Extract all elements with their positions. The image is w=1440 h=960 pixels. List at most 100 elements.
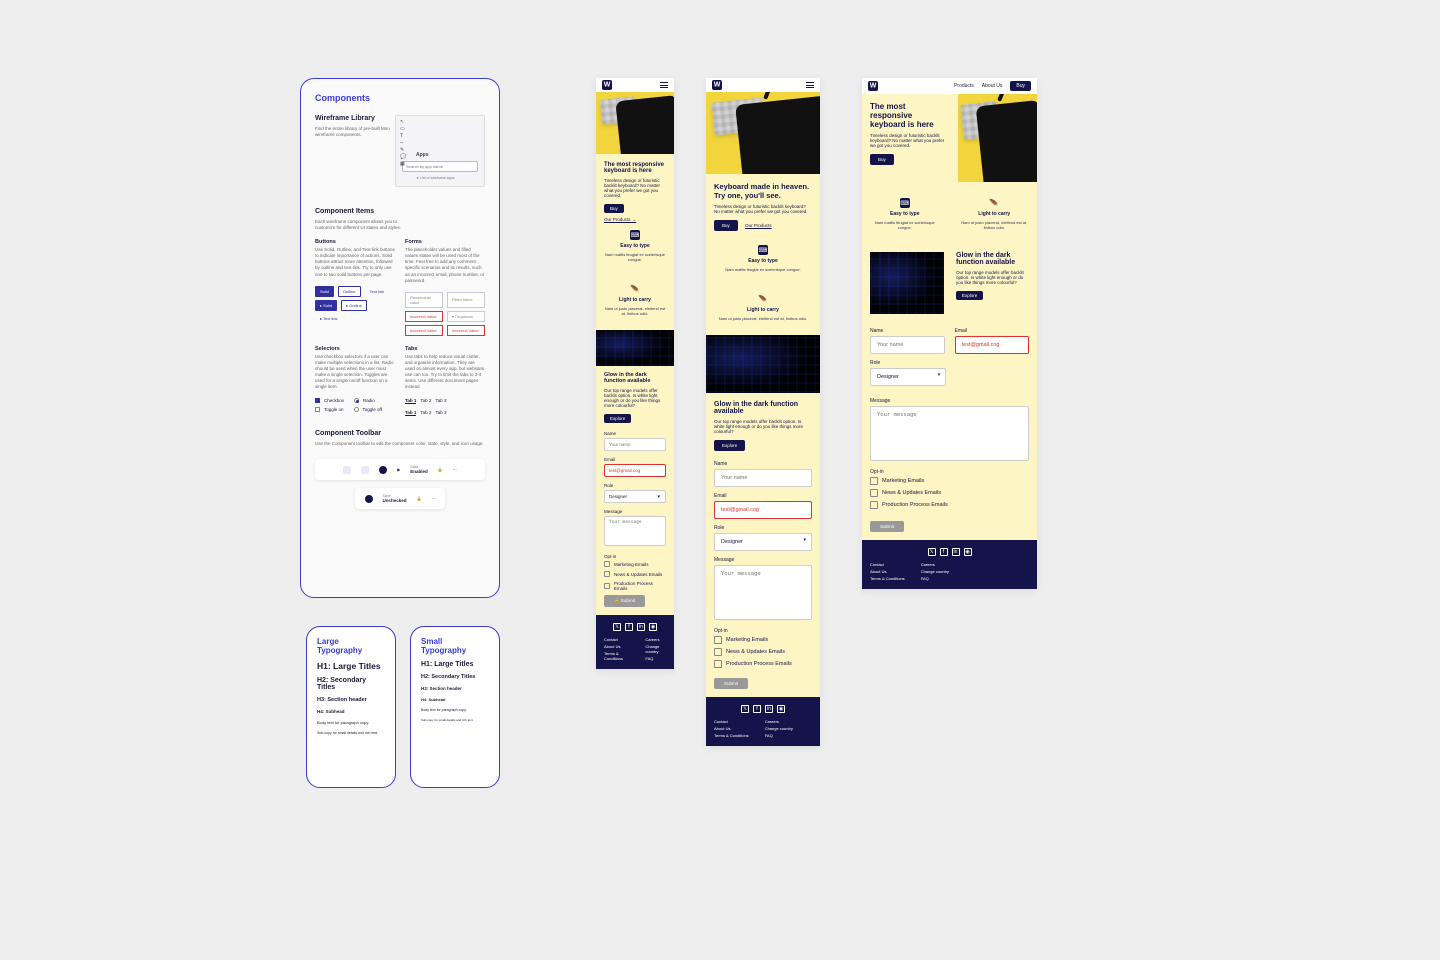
- opt-checkbox[interactable]: [604, 583, 610, 589]
- hamburger-icon[interactable]: [660, 82, 668, 88]
- opt-checkbox[interactable]: [714, 648, 722, 656]
- pen-icon[interactable]: ✎: [400, 148, 406, 153]
- toolbar-chip[interactable]: [361, 466, 369, 474]
- explore-button[interactable]: Explore: [956, 291, 983, 300]
- opt-checkbox[interactable]: [870, 477, 878, 485]
- more-icon[interactable]: ⋯: [432, 496, 436, 501]
- footer-terms[interactable]: Terms & Conditions: [714, 733, 749, 738]
- solid-icon-button[interactable]: ▸ Solid: [315, 300, 337, 311]
- toolbar-state[interactable]: StateEnabled: [410, 465, 428, 474]
- buy-button[interactable]: Buy: [604, 204, 624, 213]
- textlink-icon-button[interactable]: ▸ Text link: [315, 313, 343, 324]
- submit-button[interactable]: Submit: [870, 521, 904, 532]
- footer-country[interactable]: Change country: [765, 726, 793, 731]
- frame-icon[interactable]: ▦: [400, 162, 406, 167]
- logo-icon[interactable]: [712, 80, 722, 90]
- more-icon[interactable]: ⋯: [453, 467, 457, 472]
- nav-buy-button[interactable]: Buy: [1010, 81, 1031, 91]
- toolbar-color-dark[interactable]: [365, 495, 373, 503]
- solid-button[interactable]: Solid: [315, 286, 334, 297]
- form-dropdown-field[interactable]: ▾ Dropdown: [447, 311, 485, 322]
- instagram-icon[interactable]: ◉: [777, 705, 785, 713]
- message-textarea[interactable]: [604, 516, 666, 546]
- nav-about[interactable]: About Us: [982, 83, 1003, 89]
- checkbox-off-icon[interactable]: [315, 407, 320, 412]
- email-input-error[interactable]: [714, 501, 812, 519]
- role-select[interactable]: Designer: [870, 368, 946, 386]
- footer-terms[interactable]: Terms & Conditions: [870, 576, 905, 581]
- footer-contact[interactable]: Contact: [604, 637, 629, 642]
- opt-checkbox[interactable]: [604, 571, 610, 577]
- tab-1b[interactable]: Tab 1: [405, 410, 416, 416]
- hamburger-icon[interactable]: [806, 82, 814, 88]
- linkedin-icon[interactable]: in: [765, 705, 773, 713]
- lock-icon[interactable]: 🔓: [417, 496, 422, 501]
- role-select[interactable]: Designer: [604, 490, 666, 503]
- role-select[interactable]: Designer: [714, 533, 812, 551]
- facebook-icon[interactable]: f: [753, 705, 761, 713]
- footer-terms[interactable]: Terms & Conditions: [604, 651, 629, 661]
- comment-icon[interactable]: 💬: [400, 155, 406, 160]
- facebook-icon[interactable]: f: [940, 548, 948, 556]
- opt-checkbox[interactable]: [604, 561, 610, 567]
- checkbox-on-icon[interactable]: [315, 398, 320, 403]
- submit-button[interactable]: Submit: [714, 678, 748, 689]
- explore-button[interactable]: Explore: [714, 440, 745, 451]
- footer-about[interactable]: About Us: [604, 644, 629, 649]
- tab-3b[interactable]: Tab 3: [435, 410, 446, 416]
- toolbar-chip[interactable]: [343, 466, 351, 474]
- footer-faq[interactable]: FAQ: [645, 656, 666, 661]
- outline-icon-button[interactable]: ▸ Outline: [341, 300, 367, 311]
- linkedin-icon[interactable]: in: [952, 548, 960, 556]
- footer-careers[interactable]: Careers: [645, 637, 666, 642]
- form-error-field-3[interactable]: Incorrect Value: [447, 325, 485, 336]
- explore-button[interactable]: Explore: [604, 414, 631, 423]
- tab-1[interactable]: Tab 1: [405, 398, 416, 404]
- palette-search-input[interactable]: [402, 161, 478, 172]
- outline-button[interactable]: Outline: [338, 286, 361, 297]
- form-filled-field[interactable]: Filled Value: [447, 292, 485, 308]
- logo-icon[interactable]: [602, 80, 612, 90]
- linkedin-icon[interactable]: in: [637, 623, 645, 631]
- form-error-field[interactable]: Incorrect Value: [405, 311, 443, 322]
- message-textarea[interactable]: [714, 565, 812, 620]
- line-icon[interactable]: ─: [400, 141, 406, 146]
- radio-on-icon[interactable]: [354, 398, 359, 403]
- logo-icon[interactable]: [868, 81, 878, 91]
- opt-checkbox[interactable]: [714, 636, 722, 644]
- name-input[interactable]: [870, 336, 945, 354]
- twitter-icon[interactable]: 𝕏: [613, 623, 621, 631]
- name-input[interactable]: [714, 469, 812, 487]
- toolbar-state-2[interactable]: StateUnchecked: [383, 494, 407, 503]
- twitter-icon[interactable]: 𝕏: [928, 548, 936, 556]
- text-icon[interactable]: T: [400, 134, 406, 139]
- play-icon[interactable]: ▶: [397, 467, 400, 472]
- opt-checkbox[interactable]: [870, 501, 878, 509]
- footer-careers[interactable]: Careers: [921, 562, 949, 567]
- tab-3[interactable]: Tab 3: [435, 398, 446, 404]
- form-error-field-2[interactable]: Incorrect Value: [405, 325, 443, 336]
- instagram-icon[interactable]: ◉: [649, 623, 657, 631]
- submit-button[interactable]: 🔒 Submit: [604, 595, 645, 607]
- twitter-icon[interactable]: 𝕏: [741, 705, 749, 713]
- tab-2[interactable]: Tab 2: [420, 398, 431, 404]
- footer-faq[interactable]: FAQ: [765, 733, 793, 738]
- footer-country[interactable]: Change country: [921, 569, 949, 574]
- footer-contact[interactable]: Contact: [870, 562, 905, 567]
- email-input-error[interactable]: [604, 464, 666, 477]
- footer-about[interactable]: About Us: [714, 726, 749, 731]
- form-placeholder-field[interactable]: Placeholder value: [405, 292, 443, 308]
- footer-faq[interactable]: FAQ: [921, 576, 949, 581]
- buy-button[interactable]: Buy: [870, 154, 894, 165]
- instagram-icon[interactable]: ◉: [964, 548, 972, 556]
- textlink-button[interactable]: Text link: [365, 286, 389, 297]
- toolbar-color-dark[interactable]: [379, 466, 387, 474]
- tab-2b[interactable]: Tab 2: [420, 410, 431, 416]
- footer-about[interactable]: About Us: [870, 569, 905, 574]
- cursor-icon[interactable]: ↖: [400, 120, 406, 125]
- radio-off-icon[interactable]: [354, 407, 359, 412]
- lock-icon[interactable]: 🔓: [438, 467, 443, 472]
- footer-careers[interactable]: Careers: [765, 719, 793, 724]
- name-input[interactable]: [604, 438, 666, 451]
- message-textarea[interactable]: [870, 406, 1029, 461]
